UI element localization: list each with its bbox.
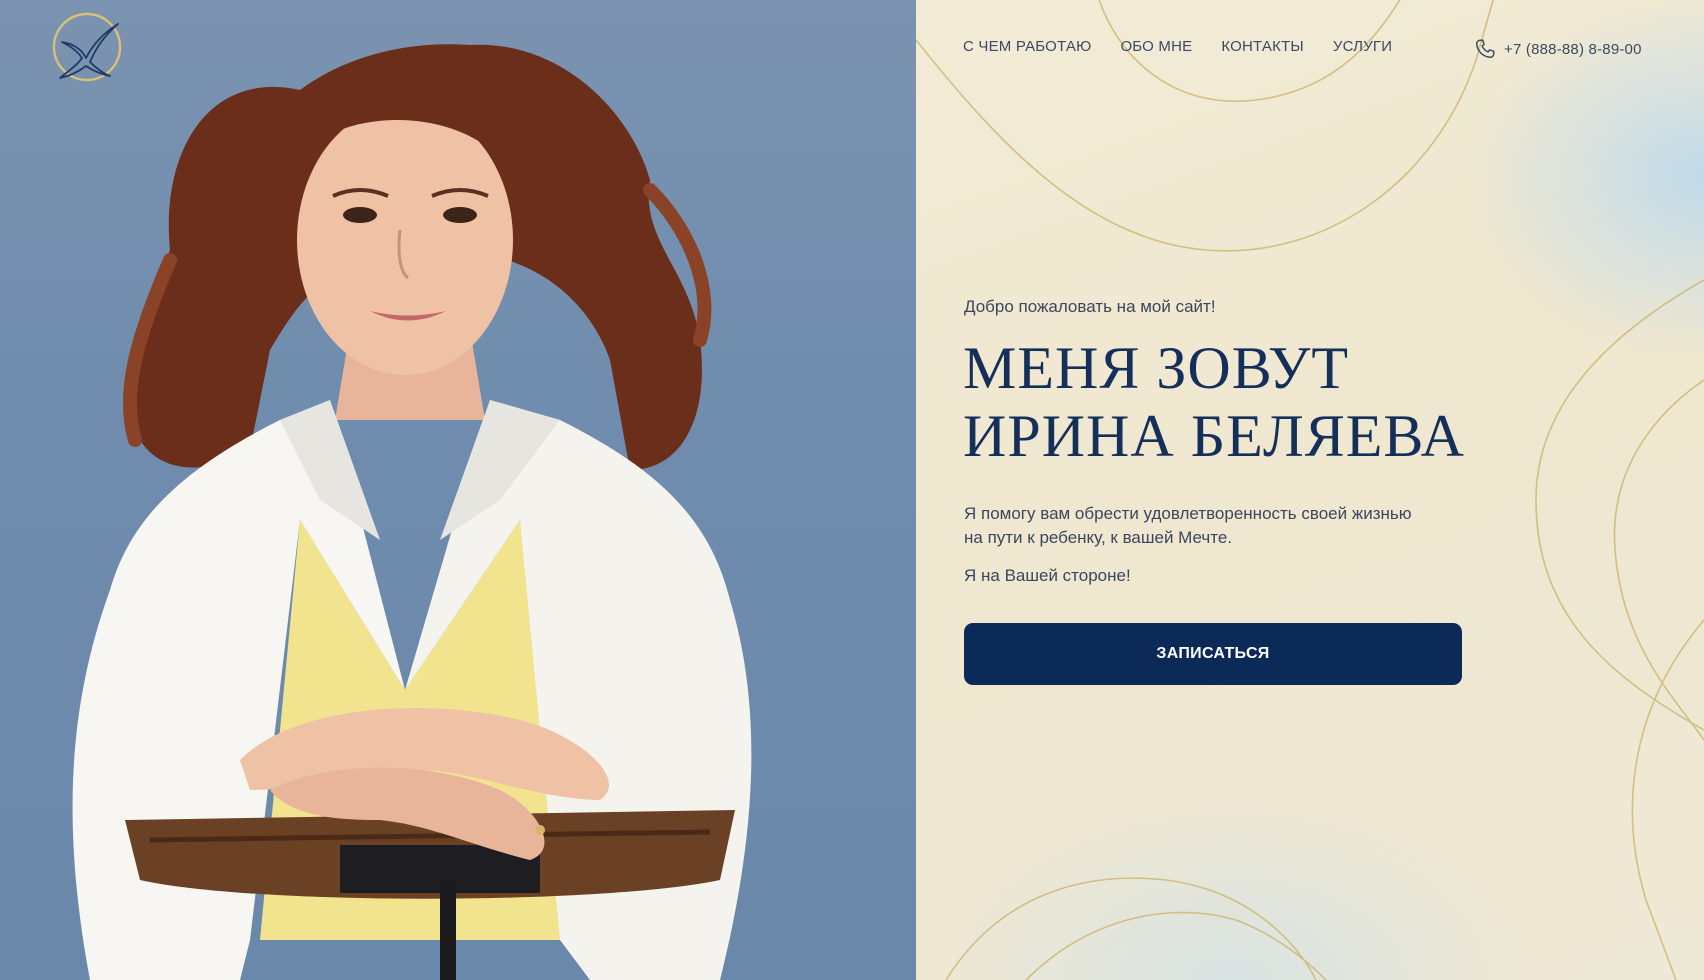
- nav-item-services[interactable]: УСЛУГИ: [1333, 38, 1392, 55]
- title-line-2: ИРИНА БЕЛЯЕВА: [963, 403, 1465, 469]
- page-title: МЕНЯ ЗОВУТ ИРИНА БЕЛЯЕВА: [963, 334, 1465, 470]
- signup-button[interactable]: ЗАПИСАТЬСЯ: [964, 623, 1462, 685]
- nav-item-contacts[interactable]: КОНТАКТЫ: [1221, 38, 1304, 55]
- hero-panel: [916, 0, 1704, 980]
- nav-item-work-areas[interactable]: С ЧЕМ РАБОТАЮ: [963, 38, 1091, 55]
- description-line-2: на пути к ребенку, к вашей Мечте.: [964, 528, 1233, 547]
- welcome-text: Добро пожаловать на мой сайт!: [964, 297, 1216, 316]
- phone-icon: [1476, 39, 1495, 58]
- portrait-photo-panel: [0, 0, 916, 980]
- description-line-1: Я помогу вам обрести удовлетворенность с…: [964, 504, 1412, 523]
- top-nav: С ЧЕМ РАБОТАЮ ОБО МНЕ КОНТАКТЫ УСЛУГИ: [963, 38, 1392, 55]
- bird-logo-icon[interactable]: [52, 12, 122, 82]
- nav-item-about[interactable]: ОБО МНЕ: [1120, 38, 1192, 55]
- phone-number: +7 (888-88) 8-89-00: [1504, 40, 1642, 58]
- hero-tagline: Я на Вашей стороне!: [964, 566, 1131, 585]
- hero-description: Я помогу вам обрести удовлетворенность с…: [964, 502, 1464, 550]
- decorative-gold-lines: [916, 0, 1704, 980]
- portrait-photo: [72, 44, 752, 980]
- title-line-1: МЕНЯ ЗОВУТ: [963, 335, 1350, 401]
- phone-link[interactable]: +7 (888-88) 8-89-00: [1474, 38, 1642, 60]
